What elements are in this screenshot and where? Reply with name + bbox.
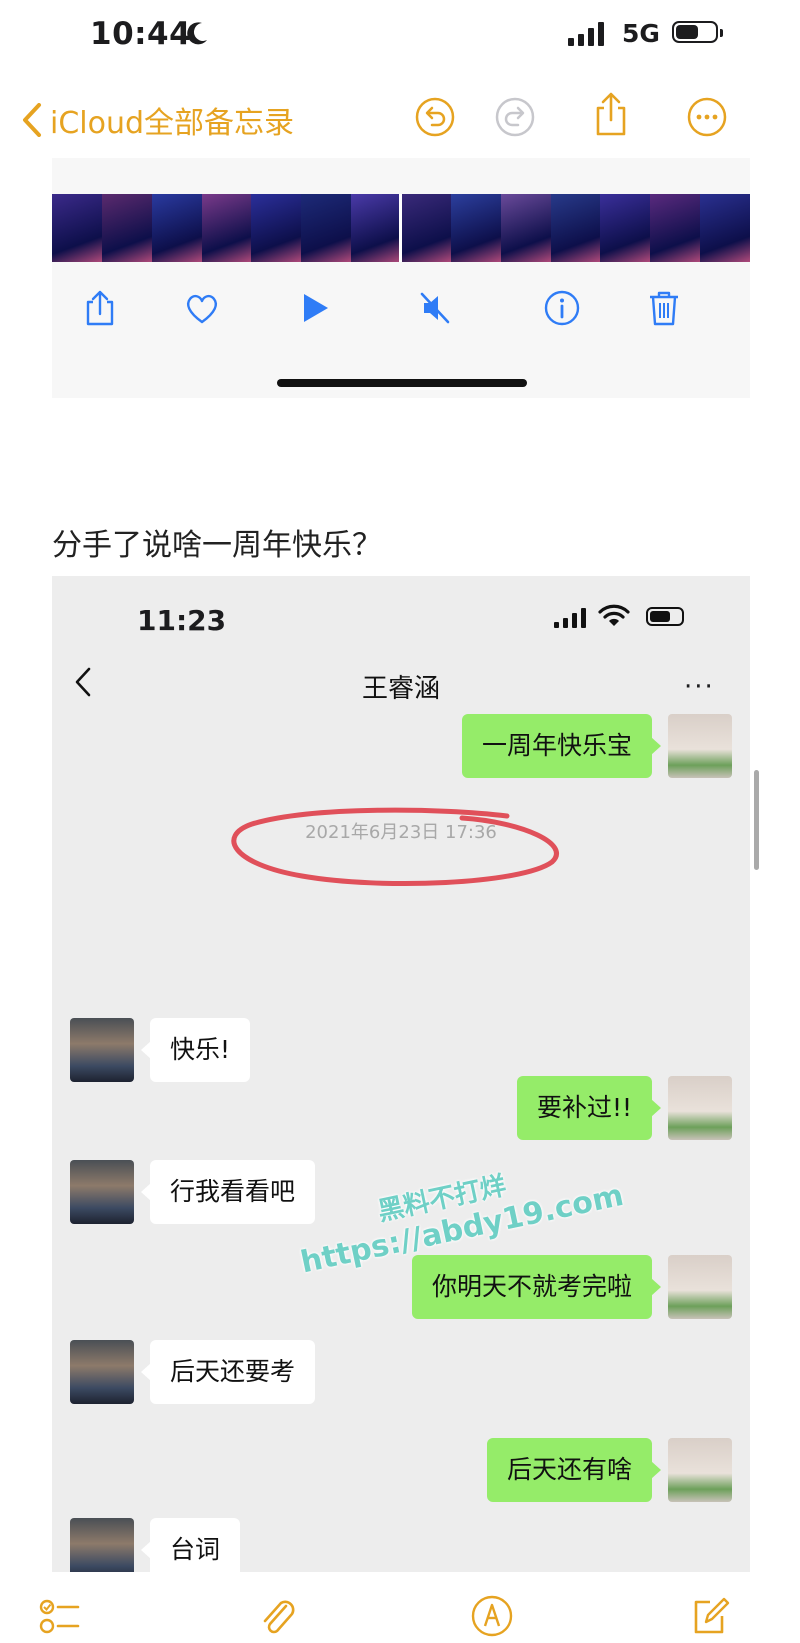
trash-icon[interactable] [644,288,684,328]
video-frame-thumbnail [401,194,451,262]
video-frame-thumbnail [251,194,302,262]
video-frame-thumbnail [500,194,551,262]
chat-bubble[interactable]: 后天还要考 [140,1340,316,1404]
chat-signal-icon [554,608,586,628]
video-frame-thumbnail [52,194,102,262]
video-frame-thumbnail [600,194,651,262]
heart-icon[interactable] [182,288,222,328]
chat-message-row: 后天还要考 [52,1340,750,1406]
back-button[interactable]: iCloud全部备忘录 [22,98,294,142]
chat-message-row: 后天还有啥 [52,1438,750,1504]
video-share-icon[interactable] [80,288,120,328]
share-icon[interactable] [590,90,632,138]
chat-message-row: 台词 [52,1518,750,1572]
note-text[interactable]: 分手了说啥一周年快乐？ [52,520,382,564]
chevron-left-icon [23,103,41,137]
chat-bubble[interactable]: 要补过!! [516,1076,662,1140]
my-avatar[interactable] [668,1076,732,1140]
chat-bubble[interactable]: 一周年快乐宝 [461,714,662,778]
video-frame-thumbnail [700,194,751,262]
video-frame-thumbnail [351,194,402,262]
video-frame-thumbnail [201,194,252,262]
chat-bubble[interactable]: 快乐! [140,1018,251,1082]
chat-message-row: 一周年快乐宝 [52,714,750,780]
redo-icon[interactable] [494,96,536,138]
checklist-icon[interactable] [38,1594,82,1638]
chat-message-row: 要补过!! [52,1076,750,1142]
contact-name: 王睿涵 [361,674,440,704]
video-frame-thumbnail [151,194,202,262]
attachment-paperclip-icon[interactable] [256,1594,300,1638]
chat-status-time: 11:23 [137,604,227,637]
chat-message-row: 你明天不就考完啦 [52,1255,750,1321]
contact-avatar[interactable] [70,1340,134,1404]
contact-avatar[interactable] [70,1018,134,1082]
red-circle-annotation [231,807,559,887]
cellular-signal-icon [568,22,608,46]
more-options-icon[interactable] [686,96,728,138]
mute-icon[interactable] [416,288,456,328]
my-avatar[interactable] [668,1255,732,1319]
my-avatar[interactable] [668,1438,732,1502]
markup-pen-icon[interactable] [470,1594,514,1638]
battery-icon [672,21,718,43]
video-frame-thumbnail [650,194,701,262]
video-frame-thumbnail [550,194,601,262]
video-frame-thumbnail [301,194,352,262]
status-time: 10:44 [90,16,192,52]
home-indicator [277,379,527,387]
chat-more-icon[interactable]: ··· [684,672,715,702]
chat-battery-icon [646,607,684,626]
chat-bubble[interactable]: 后天还有啥 [486,1438,662,1502]
wifi-icon [598,604,630,626]
chat-bubble[interactable]: 台词 [140,1518,241,1572]
compose-icon[interactable] [688,1594,732,1638]
video-frame-thumbnail [450,194,501,262]
chat-header: 王睿涵 ··· [52,648,750,720]
moon-icon [187,22,207,45]
embedded-video-screenshot [52,158,751,398]
scrubber-playhead[interactable] [399,194,402,262]
chat-message-row: 快乐! [52,1018,750,1084]
info-icon[interactable] [542,288,582,328]
chat-bubble[interactable]: 你明天不就考完啦 [411,1255,662,1319]
contact-avatar[interactable] [70,1518,134,1572]
undo-icon[interactable] [414,96,456,138]
battery-cap [720,29,723,37]
scrollbar[interactable] [754,770,759,870]
contact-avatar[interactable] [70,1160,134,1224]
play-icon[interactable] [294,288,334,328]
back-label: iCloud全部备忘录 [50,106,295,141]
network-type: 5G [622,19,660,48]
video-frame-thumbnail [101,194,152,262]
chat-screenshot: 11:23 王睿涵 ··· 2021年6月23日 17:36 一周年快乐宝 快乐!… [52,576,750,1572]
my-avatar[interactable] [668,714,732,778]
